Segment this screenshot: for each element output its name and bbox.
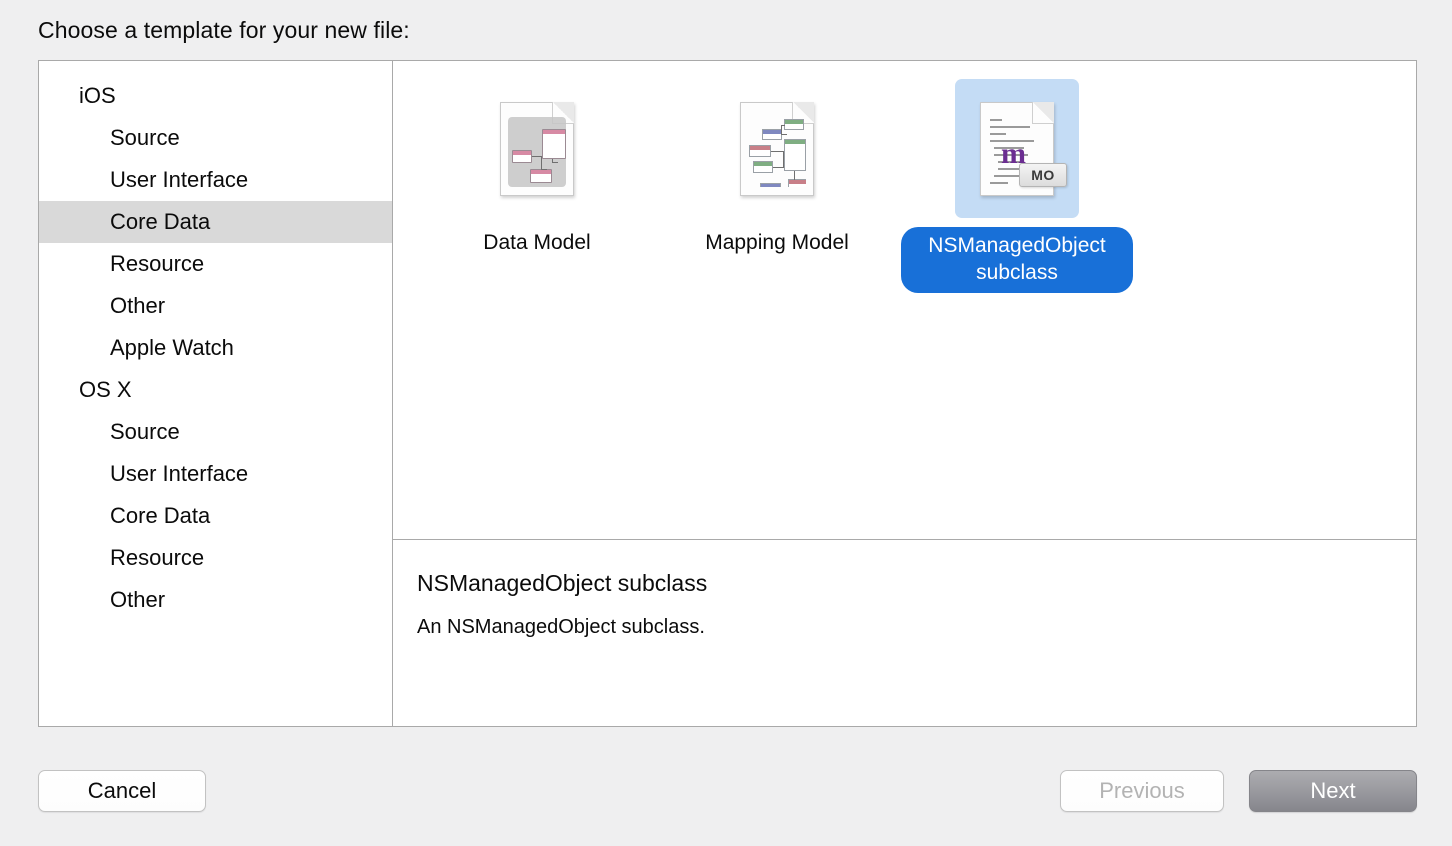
sidebar-group-osx: OS X [79, 377, 132, 402]
nsmanagedobject-subclass-document-icon: m MO [980, 101, 1067, 196]
description-title: NSManagedObject subclass [417, 570, 708, 596]
template-item-data-model[interactable]: Data Model [417, 79, 657, 258]
description-body: An NSManagedObject subclass. [417, 616, 705, 638]
template-description-pane: NSManagedObject subclass An NSManagedObj… [393, 540, 1416, 726]
sidebar-item-osx-user-interface[interactable]: User Interface [39, 453, 392, 495]
sidebar-item-osx-source[interactable]: Source [39, 411, 392, 453]
page-title: Choose a template for your new file: [38, 17, 410, 43]
template-category-sidebar[interactable]: iOS Source User Interface Core Data Reso… [39, 61, 393, 726]
sidebar-item-osx-core-data[interactable]: Core Data [39, 495, 392, 537]
cancel-button[interactable]: Cancel [38, 770, 206, 812]
template-icon-holder [715, 79, 839, 218]
template-label: NSManagedObject subclass [901, 227, 1133, 293]
mapping-model-document-icon [740, 101, 814, 196]
next-button[interactable]: Next [1249, 770, 1417, 812]
sidebar-item-osx-other[interactable]: Other [39, 579, 392, 621]
template-icon-holder: m MO [955, 79, 1079, 218]
sidebar-item-ios-core-data[interactable]: Core Data [39, 201, 392, 243]
sidebar-item-ios-user-interface[interactable]: User Interface [39, 159, 392, 201]
sidebar-item-ios-apple-watch[interactable]: Apple Watch [39, 327, 392, 369]
template-item-nsmanagedobject-subclass[interactable]: m MO NSManagedObject subclass [897, 79, 1137, 293]
template-label: Data Model [483, 231, 591, 254]
sidebar-item-ios-other[interactable]: Other [39, 285, 392, 327]
template-content-column: Data Model Mapping Model m MO NSManagedO… [393, 61, 1416, 726]
template-icon-holder [475, 79, 599, 218]
mo-badge: MO [1019, 162, 1067, 187]
sidebar-group-ios: iOS [79, 83, 116, 108]
sidebar-item-ios-resource[interactable]: Resource [39, 243, 392, 285]
template-chooser-panel: iOS Source User Interface Core Data Reso… [38, 60, 1417, 727]
previous-button: Previous [1060, 770, 1224, 812]
template-grid: Data Model Mapping Model m MO NSManagedO… [393, 61, 1416, 540]
data-model-document-icon [500, 101, 574, 196]
template-label: Mapping Model [705, 231, 849, 254]
sidebar-item-osx-resource[interactable]: Resource [39, 537, 392, 579]
sidebar-item-ios-source[interactable]: Source [39, 117, 392, 159]
template-item-mapping-model[interactable]: Mapping Model [657, 79, 897, 258]
